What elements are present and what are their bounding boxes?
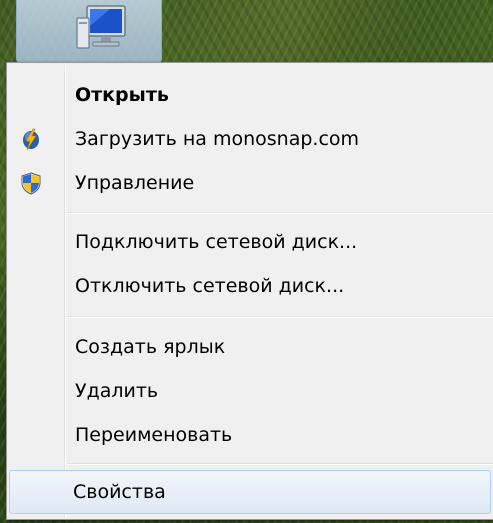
menu-item-label: Удалить [75,380,159,402]
menu-item-label: Загрузить на monosnap.com [75,128,360,150]
uac-shield-icon [21,172,41,195]
menu-separator [67,463,493,465]
computer-desktop-icon[interactable] [16,0,162,63]
menu-item-label: Открыть [75,84,169,106]
menu-item-delete[interactable]: Удалить [9,369,493,413]
menu-item-label: Подключить сетевой диск... [75,231,358,253]
menu-item-rename[interactable]: Переименовать [9,413,493,457]
desktop-background: Открыть Загрузить на monosnap.com Управл… [0,0,493,523]
menu-item-map-network-drive[interactable]: Подключить сетевой диск... [9,220,493,264]
menu-item-upload-monosnap[interactable]: Загрузить на monosnap.com [9,117,493,161]
monosnap-lightning-icon [23,128,39,151]
menu-item-open[interactable]: Открыть [9,73,493,117]
menu-item-create-shortcut[interactable]: Создать ярлык [9,325,493,369]
menu-item-label: Свойства [73,481,166,503]
menu-item-disconnect-network-drive[interactable]: Отключить сетевой диск... [9,264,493,308]
menu-separator [67,316,493,318]
menu-item-label: Управление [75,172,195,194]
menu-item-properties[interactable]: Свойства [9,470,491,514]
menu-item-manage[interactable]: Управление [9,161,493,205]
context-menu: Открыть Загрузить на monosnap.com Управл… [6,62,493,520]
menu-item-label: Переименовать [75,424,233,446]
menu-item-label: Отключить сетевой диск... [75,275,345,297]
computer-icon [76,5,126,49]
menu-item-label: Создать ярлык [75,336,226,358]
menu-separator [67,212,493,214]
